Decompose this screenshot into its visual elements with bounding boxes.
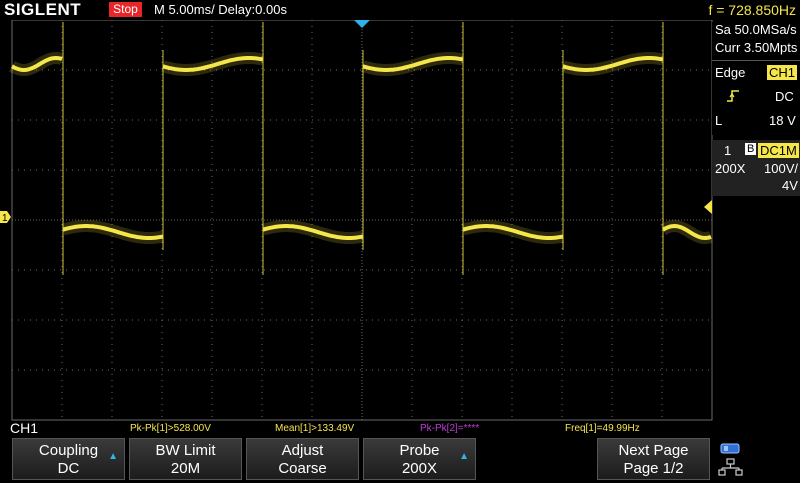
arrow-up-icon: ▲ (108, 451, 118, 462)
softkey-coupling[interactable]: Coupling DC ▲ (12, 438, 125, 480)
channel-offset: 4V (782, 178, 798, 193)
trigger-position-marker[interactable] (354, 20, 370, 28)
trigger-level: 18 V (769, 113, 796, 128)
measurement-pkpk1: Pk-Pk[1]>528.00V (130, 423, 211, 434)
softkey-probe[interactable]: Probe 200X ▲ (363, 438, 476, 480)
trigger-source: CH1 (767, 65, 798, 80)
timebase-readout[interactable]: M 5.00ms/ Delay:0.00s (154, 0, 287, 20)
measurement-mean1: Mean[1]>133.49V (275, 423, 355, 434)
rising-edge-icon (726, 89, 740, 106)
network-icon (718, 458, 743, 476)
softkey-next-page[interactable]: Next Page Page 1/2 (597, 438, 710, 480)
trigger-type: Edge (715, 65, 746, 80)
channel1-info[interactable]: 1 B DC1M 200X 100V/ 4V (712, 140, 800, 196)
softkey-value: DC (57, 460, 80, 477)
channel-probe: 200X (715, 161, 746, 176)
softkey-bw-limit[interactable]: BW Limit 20M (129, 438, 242, 480)
softkey-adjust[interactable]: Adjust Coarse (246, 438, 359, 480)
waveform-display: 1 (0, 19, 713, 421)
brand-logo: SIGLENT (4, 0, 82, 19)
frequency-counter: f = 728.850Hz (708, 2, 796, 18)
measurement-pkpk2: Pk-Pk[2]=**** (420, 423, 480, 434)
softkey-value: Coarse (278, 460, 327, 477)
memory-depth: Curr 3.50Mpts (715, 40, 798, 55)
sample-rate: Sa 50.0MSa/s (715, 22, 797, 37)
arrow-up-icon: ▲ (459, 451, 469, 462)
graticule (12, 20, 712, 420)
softkey-value: 200X (401, 460, 438, 477)
trigger-coupling: DC (775, 89, 794, 104)
softkey-title: BW Limit (155, 442, 216, 459)
ch1-ground-marker[interactable]: 1 (0, 211, 11, 224)
channel-scale: 100V/ (764, 161, 798, 176)
svg-text:1: 1 (2, 213, 8, 224)
trigger-level-label: L (715, 113, 723, 128)
system-status-icons (718, 440, 744, 478)
measurement-freq1: Freq[1]=49.99Hz (565, 423, 640, 434)
softkey-value: Page 1/2 (623, 460, 684, 477)
softkey-title: Next Page (618, 442, 689, 459)
channel-coupling: DC1M (758, 143, 799, 158)
acquisition-info[interactable]: Sa 50.0MSa/s Curr 3.50Mpts (712, 22, 800, 60)
trigger-info[interactable]: Edge CH1 DC L 18 V (712, 60, 800, 135)
trigger-level-marker[interactable] (704, 200, 712, 214)
usb-storage-icon (720, 443, 740, 454)
bandwidth-limit-badge: B (745, 143, 757, 155)
active-channel-label: CH1 (10, 420, 39, 436)
status-bar: SIGLENT Stop M 5.00ms/ Delay:0.00s f = 7… (0, 0, 800, 20)
run-stop-indicator[interactable]: Stop (109, 2, 142, 17)
channel-number: 1 (724, 143, 732, 158)
softkey-title: Adjust (281, 442, 324, 459)
softkey-value: 20M (170, 460, 201, 477)
